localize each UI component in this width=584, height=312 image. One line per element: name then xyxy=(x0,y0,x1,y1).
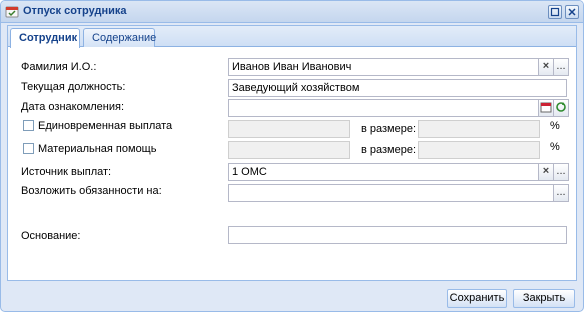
close-icon[interactable] xyxy=(565,5,579,19)
full-name-select-button[interactable]: ... xyxy=(553,58,569,76)
tab-employee[interactable]: Сотрудник xyxy=(10,28,80,48)
dialog-window: Отпуск сотрудника Сотрудник Содержание Ф… xyxy=(0,0,584,312)
full-name-field[interactable]: Иванов Иван Иванович xyxy=(228,58,539,76)
maximize-icon[interactable] xyxy=(548,5,562,19)
lump-sum-amount-label: в размере: xyxy=(361,123,417,135)
material-aid-label: Материальная помощь xyxy=(38,143,157,155)
employee-form: Фамилия И.О.: Иванов Иван Иванович × ...… xyxy=(8,48,576,280)
dialog-body: Сотрудник Содержание Фамилия И.О.: Ивано… xyxy=(7,25,577,281)
lump-sum-label: Единовременная выплата xyxy=(38,120,173,132)
payment-source-label: Источник выплат: xyxy=(21,166,112,178)
lump-sum-amount-field[interactable] xyxy=(418,120,540,138)
close-button[interactable]: Закрыть xyxy=(513,289,575,308)
material-aid-field[interactable] xyxy=(228,141,350,159)
position-label: Текущая должность: xyxy=(21,81,126,93)
lump-sum-field[interactable] xyxy=(228,120,350,138)
calendar-icon[interactable] xyxy=(538,99,554,117)
tab-strip: Сотрудник Содержание xyxy=(8,26,576,48)
delegate-select-button[interactable]: ... xyxy=(553,184,569,202)
position-field[interactable]: Заведующий хозяйством xyxy=(228,79,567,97)
save-button[interactable]: Сохранить xyxy=(447,289,507,308)
payment-source-field[interactable]: 1 ОМС xyxy=(228,163,539,181)
ack-date-field[interactable] xyxy=(228,99,539,117)
delegate-field[interactable] xyxy=(228,184,554,202)
tab-content[interactable]: Содержание xyxy=(83,28,156,47)
material-aid-amount-label: в размере: xyxy=(361,144,417,156)
basis-label: Основание: xyxy=(21,230,81,242)
full-name-label: Фамилия И.О.: xyxy=(21,61,97,73)
window-title: Отпуск сотрудника xyxy=(23,5,127,17)
material-aid-percent-label: % xyxy=(550,141,560,153)
payment-source-select-button[interactable]: ... xyxy=(553,163,569,181)
ack-date-label: Дата ознакомления: xyxy=(21,101,125,113)
lump-sum-checkbox[interactable] xyxy=(23,120,34,131)
full-name-clear-button[interactable]: × xyxy=(538,58,554,76)
refresh-icon[interactable] xyxy=(553,99,569,117)
lump-sum-percent-label: % xyxy=(550,120,560,132)
app-icon xyxy=(5,5,19,19)
material-aid-amount-field[interactable] xyxy=(418,141,540,159)
material-aid-checkbox[interactable] xyxy=(23,143,34,154)
payment-source-clear-button[interactable]: × xyxy=(538,163,554,181)
basis-field[interactable] xyxy=(228,226,567,244)
title-bar[interactable]: Отпуск сотрудника xyxy=(1,1,583,23)
delegate-label: Возложить обязанности на: xyxy=(21,185,162,197)
